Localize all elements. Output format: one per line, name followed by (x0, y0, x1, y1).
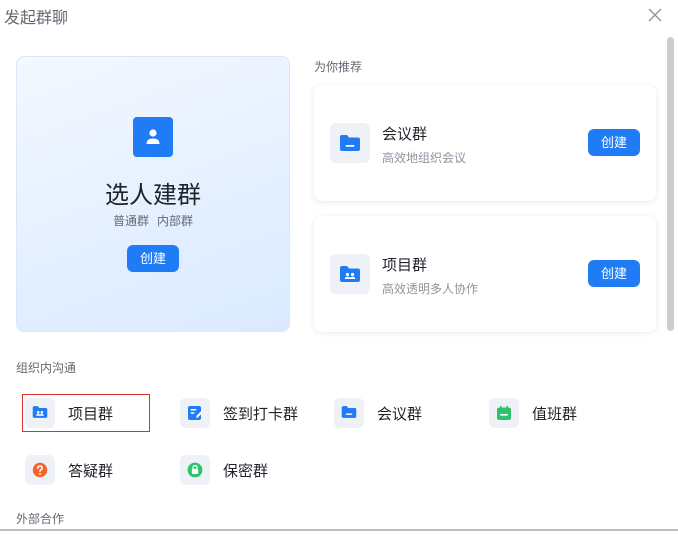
group-type-label: 值班群 (532, 404, 578, 423)
group-type-secret[interactable]: 保密群 (180, 452, 268, 488)
hero-subtitle-item: 内部群 (157, 214, 194, 228)
group-type-label: 答疑群 (68, 461, 114, 480)
lock-icon (180, 455, 210, 485)
group-type-label: 项目群 (68, 404, 114, 423)
bottom-divider (0, 529, 678, 531)
group-type-label: 签到打卡群 (223, 404, 299, 423)
external-section-label: 外部合作 (16, 512, 65, 526)
person-icon (133, 117, 173, 157)
hero-title: 选人建群 (105, 181, 201, 209)
close-icon[interactable] (648, 8, 662, 22)
group-type-duty[interactable]: 值班群 (489, 395, 577, 431)
recommend-card-project[interactable]: 项目群 高效透明多人协作 创建 (314, 216, 656, 332)
recommend-card-desc: 高效地组织会议 (382, 151, 467, 165)
signin-edit-icon (180, 398, 210, 428)
group-type-meeting[interactable]: 会议群 (334, 395, 422, 431)
hero-subtitle-item: 普通群 (112, 214, 149, 228)
group-type-label: 会议群 (377, 404, 423, 423)
hero-subtitle: 普通群 内部群 (17, 212, 289, 229)
recommend-label: 为你推荐 (314, 60, 363, 74)
create-group-dialog: 发起群聊 选人建群 普通群内部群 创建 为你推荐 会议群 高效地组织会议 创建 (0, 0, 678, 535)
folder-icon (334, 398, 364, 428)
recommend-card-name: 会议群 (382, 125, 428, 143)
hero-create-button[interactable]: 创建 (127, 245, 179, 272)
group-type-label: 保密群 (223, 461, 269, 480)
question-icon (25, 455, 55, 485)
select-people-card[interactable]: 选人建群 普通群 内部群 创建 (16, 56, 290, 332)
calendar-icon (489, 398, 519, 428)
scrollbar-thumb[interactable] (667, 37, 674, 331)
group-type-signin[interactable]: 签到打卡群 (180, 395, 298, 431)
project-create-button[interactable]: 创建 (588, 260, 640, 287)
group-type-qa[interactable]: 答疑群 (25, 452, 113, 488)
internal-section-label: 组织内沟通 (16, 361, 77, 375)
recommend-card-meeting[interactable]: 会议群 高效地组织会议 创建 (314, 85, 656, 201)
recommend-card-name: 项目群 (382, 256, 428, 274)
group-type-project[interactable]: 项目群 (22, 394, 150, 432)
meeting-create-button[interactable]: 创建 (588, 129, 640, 156)
folder-people-icon (25, 398, 55, 428)
folder-people-icon (330, 254, 370, 294)
recommend-card-desc: 高效透明多人协作 (382, 282, 479, 296)
folder-icon (330, 123, 370, 163)
dialog-title: 发起群聊 (4, 8, 69, 27)
